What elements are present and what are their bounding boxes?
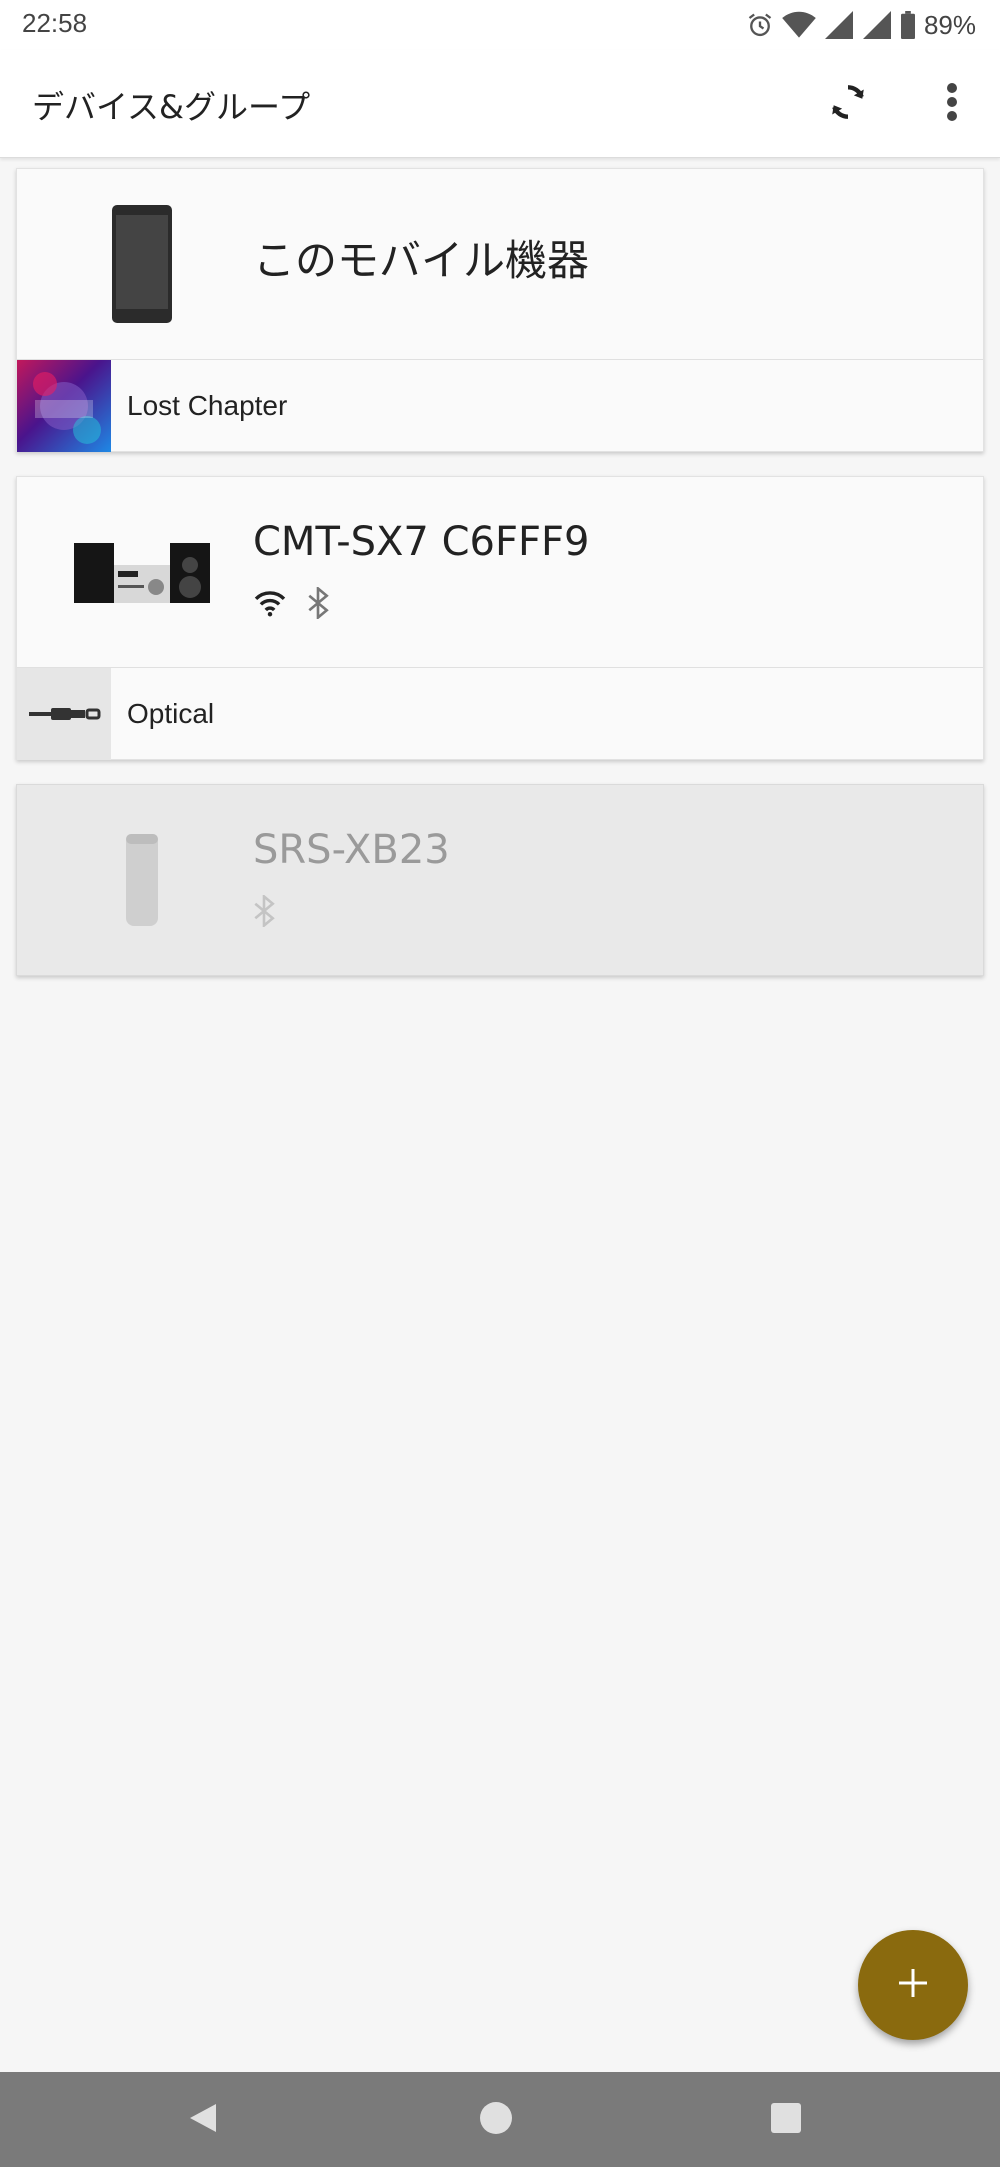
- more-vert-icon: [946, 82, 958, 127]
- bluetooth-icon: [307, 585, 329, 624]
- hifi-system-icon: [47, 507, 237, 637]
- device-name: SRS-XB23: [253, 827, 450, 873]
- bluetooth-icon: [253, 893, 275, 932]
- smartphone-icon: [47, 199, 237, 329]
- device-name: このモバイル機器: [253, 236, 590, 285]
- add-group-button[interactable]: [858, 1930, 968, 2040]
- optical-cable-icon: [17, 667, 111, 760]
- album-art: [17, 359, 111, 452]
- now-playing-title: Lost Chapter: [127, 389, 288, 421]
- connection-icons: [253, 585, 329, 624]
- battery-percent: 89%: [923, 9, 976, 40]
- input-source-label: Optical: [127, 697, 215, 729]
- alarm-icon: [746, 11, 774, 39]
- home-icon: [478, 2100, 514, 2141]
- device-header[interactable]: このモバイル機器: [17, 169, 983, 359]
- page-title: デバイス&グループ: [32, 88, 311, 126]
- home-button[interactable]: [468, 2092, 524, 2148]
- wifi-icon: [253, 589, 287, 622]
- back-button[interactable]: [176, 2092, 232, 2148]
- refresh-icon: [826, 80, 870, 129]
- signal-icon: [824, 11, 854, 39]
- device-card-cmt-sx7[interactable]: CMT-SX7 C6FFF9 Optical: [16, 476, 984, 760]
- status-bar: 22:58 89%: [0, 0, 1000, 50]
- device-header[interactable]: CMT-SX7 C6FFF9: [17, 477, 983, 667]
- portable-speaker-icon: [47, 815, 237, 945]
- device-card-srs-xb23[interactable]: SRS-XB23: [16, 784, 984, 976]
- plus-icon: [895, 1965, 931, 2006]
- device-header[interactable]: SRS-XB23: [17, 785, 983, 975]
- connection-icons: [253, 893, 275, 932]
- input-source-row[interactable]: Optical: [17, 667, 983, 760]
- wifi-icon: [782, 11, 816, 39]
- more-options-button[interactable]: [920, 72, 984, 136]
- signal-icon: [862, 11, 892, 39]
- recents-button[interactable]: [758, 2092, 814, 2148]
- system-nav-bar: [0, 2072, 1000, 2167]
- device-name: CMT-SX7 C6FFF9: [253, 519, 590, 565]
- now-playing-row[interactable]: Lost Chapter: [17, 359, 983, 452]
- status-time: 22:58: [22, 8, 88, 38]
- refresh-button[interactable]: [816, 72, 880, 136]
- back-icon: [186, 2100, 222, 2141]
- device-card-mobile[interactable]: このモバイル機器 Lost Chapter: [16, 168, 984, 452]
- recents-icon: [768, 2100, 804, 2141]
- app-bar: デバイス&グループ: [0, 50, 1000, 158]
- battery-icon: [900, 11, 916, 39]
- status-icons: 89%: [746, 8, 976, 42]
